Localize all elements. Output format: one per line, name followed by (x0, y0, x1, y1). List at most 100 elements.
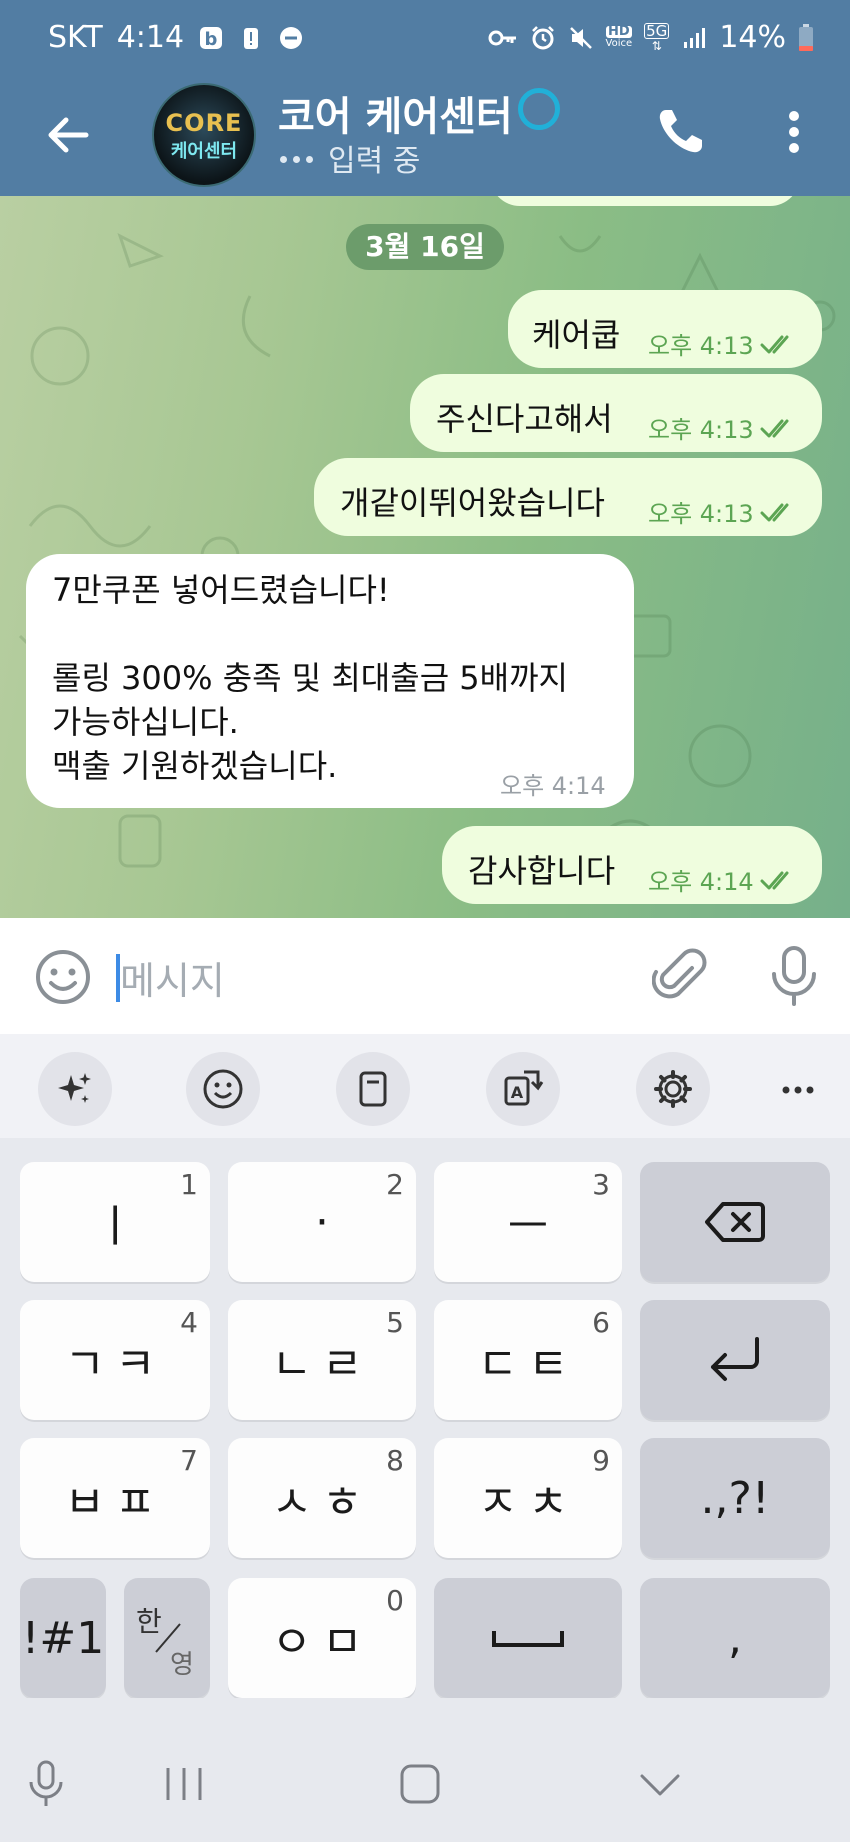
translate-button[interactable]: A (486, 1052, 560, 1126)
svg-text:b: b (205, 29, 218, 50)
key-label: ㅈㅊ (477, 1477, 579, 1528)
punctuation-key[interactable]: .,?! (640, 1438, 830, 1558)
carrier-label: SKT (48, 20, 103, 55)
message-time: 오후 4:13 (648, 500, 754, 528)
key-label: ㅂㅍ (64, 1477, 166, 1528)
key-label: ㄷㅌ (477, 1339, 579, 1390)
phone-icon[interactable] (652, 104, 708, 160)
status-right: HD Voice 5G ⇅ 14% (488, 20, 814, 55)
alarm-icon (531, 25, 554, 49)
key-number: 1 (180, 1168, 198, 1201)
message-time: 오후 4:13 (648, 332, 754, 360)
language-switch-key[interactable]: 한 영 (124, 1578, 210, 1698)
double-check-icon (760, 419, 789, 437)
back-arrow-icon[interactable] (40, 107, 96, 163)
recent-apps-icon[interactable] (162, 1764, 206, 1804)
avatar-logo-top: CORE (165, 109, 243, 137)
microphone-icon[interactable] (766, 944, 822, 1008)
key-j-ch[interactable]: ㅈㅊ 9 (434, 1438, 622, 1558)
key-number: 0 (386, 1584, 404, 1617)
key-i[interactable]: ㅣ 1 (20, 1162, 210, 1282)
double-check-icon (760, 871, 789, 889)
enter-key[interactable] (640, 1300, 830, 1420)
home-icon[interactable] (398, 1762, 442, 1806)
outgoing-message[interactable]: 주신다고해서 오후 4:13 (410, 374, 822, 452)
comma-key[interactable]: , (640, 1578, 830, 1698)
key-label: ㅣ (94, 1201, 136, 1252)
chat-header: CORE 케어센터 코어 케어센터 입력 중 (0, 82, 850, 196)
message-meta: 오후 4:13 (648, 494, 796, 529)
key-number: 5 (386, 1306, 404, 1339)
outgoing-message[interactable]: 개같이뛰어왔습니다 오후 4:13 (314, 458, 822, 536)
do-not-disturb-icon (280, 26, 303, 49)
chat-area[interactable]: 3월 16일 케어쿱 오후 4:13 주신다고해서 오후 4:13 개같이뛰어왔… (0, 196, 850, 918)
previous-message-stub (490, 196, 800, 206)
double-check-icon (760, 335, 789, 353)
data-arrows-icon: ⇅ (651, 38, 662, 53)
message-input[interactable]: 메시지 (120, 950, 225, 1005)
keyboard-settings-button[interactable] (636, 1052, 710, 1126)
key-n-r[interactable]: ㄴㄹ 5 (228, 1300, 416, 1420)
message-text: 케어쿱 (532, 316, 621, 354)
language-switch-label: 한 영 (124, 1578, 210, 1698)
emoji-keyboard-button[interactable] (186, 1052, 260, 1126)
key-label: · (315, 1196, 329, 1248)
key-eu[interactable]: ㅡ 3 (434, 1162, 622, 1282)
space-key[interactable] (434, 1578, 622, 1698)
typing-status-text: 입력 중 (328, 144, 421, 179)
symbols-key[interactable]: !#1 (20, 1578, 106, 1698)
incoming-message[interactable]: 7만쿠폰 넣어드렸습니다! 롤링 300% 충족 및 최대출금 5배까지 가능하… (26, 554, 634, 808)
svg-text:A: A (511, 1083, 524, 1102)
emoji-icon (203, 1069, 243, 1109)
key-label: ㄱㅋ (64, 1339, 166, 1390)
clipboard-button[interactable] (336, 1052, 410, 1126)
key-d-t[interactable]: ㄷㅌ 6 (434, 1300, 622, 1420)
key-icon (488, 30, 516, 45)
enter-icon (711, 1337, 759, 1381)
backspace-icon (705, 1202, 765, 1242)
message-text: 7만쿠폰 넣어드렸습니다! 롤링 300% 충족 및 최대출금 5배까지 가능하… (52, 568, 632, 788)
chat-title[interactable]: 코어 케어센터 (278, 84, 513, 142)
navigation-bar (0, 1698, 850, 1842)
hide-keyboard-icon[interactable] (638, 1770, 682, 1800)
message-text: 주신다고해서 (436, 400, 613, 438)
clock: 4:14 (116, 20, 185, 55)
gear-icon (654, 1070, 692, 1108)
key-number: 9 (592, 1444, 610, 1477)
status-ring-icon (518, 88, 560, 130)
hd-label: HD (605, 25, 633, 38)
ai-sparkle-button[interactable] (38, 1052, 112, 1126)
key-s-h[interactable]: ㅅㅎ 8 (228, 1438, 416, 1558)
key-b-p[interactable]: ㅂㅍ 7 (20, 1438, 210, 1558)
more-vert-icon[interactable] (772, 104, 816, 160)
double-check-icon (760, 503, 789, 521)
key-o-m[interactable]: ㅇㅁ 0 (228, 1578, 416, 1698)
message-line (52, 612, 632, 656)
outgoing-message[interactable]: 케어쿱 오후 4:13 (508, 290, 822, 368)
space-icon (492, 1631, 564, 1647)
key-label-bottom: 영 (170, 1650, 194, 1680)
attach-icon[interactable] (652, 946, 708, 1006)
message-time: 오후 4:14 (500, 772, 606, 800)
korean-keyboard: ㅣ 1 · 2 ㅡ 3 ㄱㅋ 4 ㄴㄹ 5 ㄷㅌ 6 ㅂㅍ 7 ㅅㅎ 8 ㅈㅊ … (0, 1138, 850, 1698)
key-label: ㄴㄹ (271, 1339, 373, 1390)
message-meta: 오후 4:13 (648, 410, 796, 445)
backspace-key[interactable] (640, 1162, 830, 1282)
key-number: 7 (180, 1444, 198, 1477)
more-horiz-icon[interactable] (778, 1070, 818, 1110)
key-label: .,?! (700, 1472, 770, 1524)
clipboard-icon (359, 1071, 387, 1107)
key-label: ㅡ (507, 1201, 549, 1252)
emoji-icon[interactable] (34, 948, 92, 1006)
message-line: 롤링 300% 충족 및 최대출금 5배까지 (52, 659, 568, 697)
avatar[interactable]: CORE 케어센터 (152, 83, 256, 187)
battery-icon (799, 23, 813, 51)
key-dot[interactable]: · 2 (228, 1162, 416, 1282)
voice-input-icon[interactable] (26, 1760, 66, 1808)
outgoing-message[interactable]: 감사합니다 오후 4:14 (442, 826, 822, 904)
message-text: 개같이뛰어왔습니다 (340, 484, 605, 522)
key-number: 4 (180, 1306, 198, 1339)
key-g-k[interactable]: ㄱㅋ 4 (20, 1300, 210, 1420)
key-number: 2 (386, 1168, 404, 1201)
date-separator: 3월 16일 (346, 224, 504, 270)
